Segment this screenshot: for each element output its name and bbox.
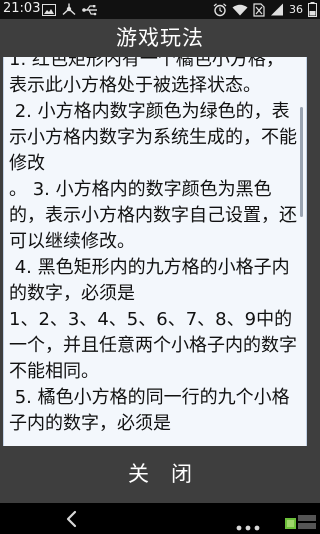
rules-text: 1. 红色矩形内有一个橘色小方格，表示此小方格处于被选择状态。 2. 小方格内数…	[9, 57, 297, 434]
signal-icon	[270, 3, 284, 16]
page-title: 游戏玩法	[116, 26, 204, 50]
status-bar: 21:03 36	[0, 0, 320, 19]
status-left-icons	[42, 1, 98, 18]
usb-icon	[82, 4, 98, 16]
scrollbar[interactable]	[300, 107, 303, 217]
status-right-icons: 36	[213, 1, 317, 18]
status-time: 21:03	[3, 1, 41, 16]
content-panel: 1. 红色矩形内有一个橘色小方格，表示此小方格处于被选择状态。 2. 小方格内数…	[0, 57, 320, 446]
alarm-icon	[213, 2, 227, 17]
battery-level-text: 36	[289, 3, 303, 16]
watermark-logo-icon	[284, 512, 318, 532]
battery-icon	[308, 2, 317, 17]
wifi-icon	[232, 4, 248, 16]
title-bar: 游戏玩法	[0, 19, 320, 57]
navigation-bar	[0, 503, 320, 534]
back-arrow-icon[interactable]	[62, 509, 82, 529]
rules-scroll-area[interactable]: 1. 红色矩形内有一个橘色小方格，表示此小方格处于被选择状态。 2. 小方格内数…	[3, 57, 307, 446]
close-button-label: 关闭	[128, 462, 214, 486]
no-sim-icon	[253, 2, 265, 17]
app-screen: 21:03 36 游戏玩法 1. 红色矩形内有一个橘色小方格，表示此小方格处于被…	[0, 0, 320, 534]
more-dots-icon[interactable]	[236, 516, 260, 531]
android-debug-icon	[62, 3, 76, 16]
photo-icon	[42, 3, 56, 16]
close-button[interactable]: 关闭	[0, 446, 320, 503]
